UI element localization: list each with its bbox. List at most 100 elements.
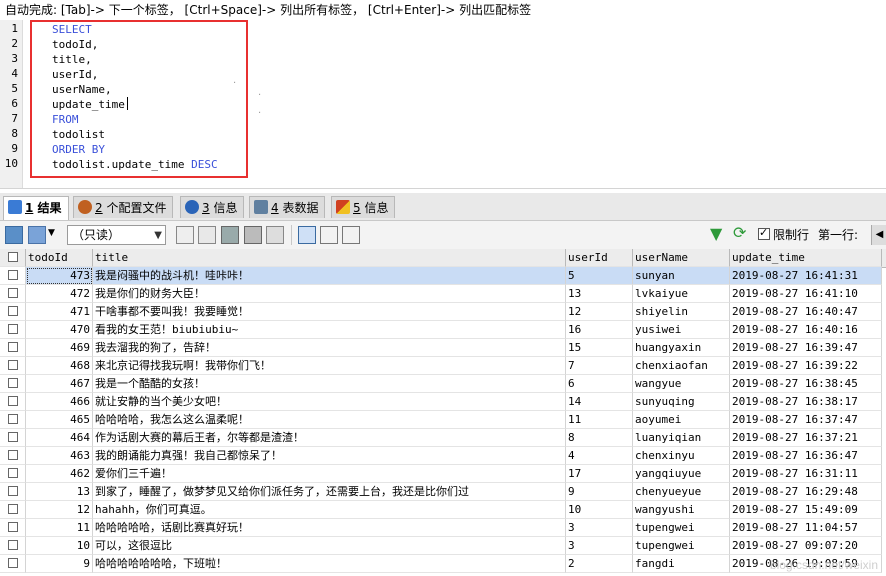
- cell-update-time[interactable]: 2019-08-27 16:39:22: [730, 357, 882, 375]
- cell-userid[interactable]: 2: [566, 555, 633, 573]
- column-header-userid[interactable]: userId: [566, 249, 633, 267]
- cell-todoid[interactable]: 470: [26, 321, 93, 339]
- cell-update-time[interactable]: 2019-08-27 15:49:09: [730, 501, 882, 519]
- readonly-mode-select[interactable]: （只读） ▼: [67, 225, 166, 245]
- refresh-icon[interactable]: ⟳: [733, 223, 746, 242]
- cell-update-time[interactable]: 2019-08-27 16:36:47: [730, 447, 882, 465]
- limit-rows-checkbox[interactable]: ✓: [758, 226, 770, 240]
- cell-title[interactable]: 我是你们的财务大臣！: [93, 285, 566, 303]
- tab-profiles[interactable]: 2 个配置文件: [73, 196, 174, 218]
- delete-icon[interactable]: [244, 226, 262, 244]
- filter-icon[interactable]: ▼: [710, 224, 722, 243]
- cell-title[interactable]: 到家了，睡醒了，做梦梦见又给你们派任务了，还需要上台，我还是比你们过: [93, 483, 566, 501]
- cell-todoid[interactable]: 13: [26, 483, 93, 501]
- cell-username[interactable]: sunyan: [633, 267, 730, 285]
- table-row[interactable]: 469 我去溜我的狗了，告辞！ 15 huangyaxin 2019-08-27 16:…: [0, 339, 886, 357]
- cell-username[interactable]: shiyelin: [633, 303, 730, 321]
- cell-username[interactable]: fangdi: [633, 555, 730, 573]
- cell-userid[interactable]: 10: [566, 501, 633, 519]
- cell-title[interactable]: 我是一个酷酷的女孩！: [93, 375, 566, 393]
- row-checkbox[interactable]: [0, 357, 26, 375]
- cell-username[interactable]: huangyaxin: [633, 339, 730, 357]
- cell-username[interactable]: sunyuqing: [633, 393, 730, 411]
- cell-userid[interactable]: 14: [566, 393, 633, 411]
- row-checkbox[interactable]: [0, 519, 26, 537]
- cell-todoid[interactable]: 463: [26, 447, 93, 465]
- cell-username[interactable]: wangyushi: [633, 501, 730, 519]
- row-checkbox[interactable]: [0, 339, 26, 357]
- cell-userid[interactable]: 5: [566, 267, 633, 285]
- cell-update-time[interactable]: 2019-08-27 16:40:16: [730, 321, 882, 339]
- cell-username[interactable]: chenxinyu: [633, 447, 730, 465]
- cell-todoid[interactable]: 462: [26, 465, 93, 483]
- cell-userid[interactable]: 17: [566, 465, 633, 483]
- table-row[interactable]: 464 作为话剧大赛的幕后王者，尔等都是渣渣！ 8 luanyiqian 2019-08…: [0, 429, 886, 447]
- cell-userid[interactable]: 4: [566, 447, 633, 465]
- select-all-checkbox[interactable]: [0, 249, 26, 267]
- text-view-icon[interactable]: [342, 226, 360, 244]
- row-checkbox[interactable]: [0, 375, 26, 393]
- cell-todoid[interactable]: 468: [26, 357, 93, 375]
- cell-todoid[interactable]: 466: [26, 393, 93, 411]
- row-checkbox[interactable]: [0, 501, 26, 519]
- cell-title[interactable]: 来北京记得找我玩啊！我带你们飞！: [93, 357, 566, 375]
- cell-userid[interactable]: 6: [566, 375, 633, 393]
- cell-title[interactable]: 可以，这很逗比: [93, 537, 566, 555]
- cell-update-time[interactable]: 2019-08-27 16:37:21: [730, 429, 882, 447]
- cell-userid[interactable]: 3: [566, 519, 633, 537]
- cell-title[interactable]: 干啥事都不要叫我！我要睡觉！: [93, 303, 566, 321]
- cell-title[interactable]: 作为话剧大赛的幕后王者，尔等都是渣渣！: [93, 429, 566, 447]
- table-row[interactable]: 472 我是你们的财务大臣！ 13 lvkaiyue 2019-08-27 16:41:…: [0, 285, 886, 303]
- sql-editor[interactable]: 1 2 3 4 5 6 7 8 9 10 SELECT todoId, title, userId, us…: [0, 20, 886, 189]
- cell-username[interactable]: wangyue: [633, 375, 730, 393]
- row-checkbox[interactable]: [0, 429, 26, 447]
- insert-row-icon[interactable]: [176, 226, 194, 244]
- cell-update-time[interactable]: 2019-08-27 16:40:47: [730, 303, 882, 321]
- form-view-icon[interactable]: [320, 226, 338, 244]
- row-checkbox[interactable]: [0, 303, 26, 321]
- cell-todoid[interactable]: 469: [26, 339, 93, 357]
- table-row[interactable]: 470 看我的女王范！biubiubiu~ 16 yusiwei 2019-08-27 …: [0, 321, 886, 339]
- cell-todoid[interactable]: 10: [26, 537, 93, 555]
- table-row[interactable]: 466 就让安静的当个美少女吧！ 14 sunyuqing 2019-08-27 16:…: [0, 393, 886, 411]
- cell-update-time[interactable]: 2019-08-27 16:29:48: [730, 483, 882, 501]
- table-row[interactable]: 10 可以，这很逗比 3 tupengwei 2019-08-27 09:07:20: [0, 537, 886, 555]
- tab-info[interactable]: 3 信息: [180, 196, 245, 218]
- cell-username[interactable]: yangqiuyue: [633, 465, 730, 483]
- table-row[interactable]: 13 到家了，睡醒了，做梦梦见又给你们派任务了，还需要上台，我还是比你们过 9 che…: [0, 483, 886, 501]
- row-checkbox[interactable]: [0, 537, 26, 555]
- cell-username[interactable]: chenyueyue: [633, 483, 730, 501]
- row-checkbox[interactable]: [0, 393, 26, 411]
- column-header-title[interactable]: title: [93, 249, 566, 267]
- scroll-left-icon[interactable]: ◀: [871, 225, 886, 245]
- cell-userid[interactable]: 7: [566, 357, 633, 375]
- table-row[interactable]: 11 哈哈哈哈哈，话剧比赛真好玩！ 3 tupengwei 2019-08-27 11:…: [0, 519, 886, 537]
- cell-username[interactable]: aoyumei: [633, 411, 730, 429]
- cell-username[interactable]: yusiwei: [633, 321, 730, 339]
- row-checkbox[interactable]: [0, 267, 26, 285]
- tab-results[interactable]: 1 结果: [3, 196, 69, 220]
- cell-todoid[interactable]: 9: [26, 555, 93, 573]
- cell-todoid[interactable]: 472: [26, 285, 93, 303]
- cell-userid[interactable]: 16: [566, 321, 633, 339]
- table-row[interactable]: 9 哈哈哈哈哈哈哈，下班啦！ 2 fangdi 2019-08-26 19:08:59: [0, 555, 886, 573]
- cell-update-time[interactable]: 2019-08-27 16:41:31: [730, 267, 882, 285]
- row-checkbox[interactable]: [0, 465, 26, 483]
- cell-username[interactable]: lvkaiyue: [633, 285, 730, 303]
- cell-update-time[interactable]: 2019-08-27 16:37:47: [730, 411, 882, 429]
- cell-userid[interactable]: 13: [566, 285, 633, 303]
- cell-todoid[interactable]: 467: [26, 375, 93, 393]
- row-checkbox[interactable]: [0, 411, 26, 429]
- cell-username[interactable]: tupengwei: [633, 537, 730, 555]
- cell-todoid[interactable]: 465: [26, 411, 93, 429]
- table-row[interactable]: 467 我是一个酷酷的女孩！ 6 wangyue 2019-08-27 16:38:45: [0, 375, 886, 393]
- cell-title[interactable]: 看我的女王范！biubiubiu~: [93, 321, 566, 339]
- cell-update-time[interactable]: 2019-08-27 16:39:47: [730, 339, 882, 357]
- cell-userid[interactable]: 8: [566, 429, 633, 447]
- cell-userid[interactable]: 11: [566, 411, 633, 429]
- table-row[interactable]: 462 爱你们三千遍！ 17 yangqiuyue 2019-08-27 16:31:1…: [0, 465, 886, 483]
- cell-title[interactable]: 哈哈哈哈哈，话剧比赛真好玩！: [93, 519, 566, 537]
- cell-update-time[interactable]: 2019-08-27 16:38:45: [730, 375, 882, 393]
- cell-userid[interactable]: 9: [566, 483, 633, 501]
- table-row[interactable]: 471 干啥事都不要叫我！我要睡觉！ 12 shiyelin 2019-08-27 16…: [0, 303, 886, 321]
